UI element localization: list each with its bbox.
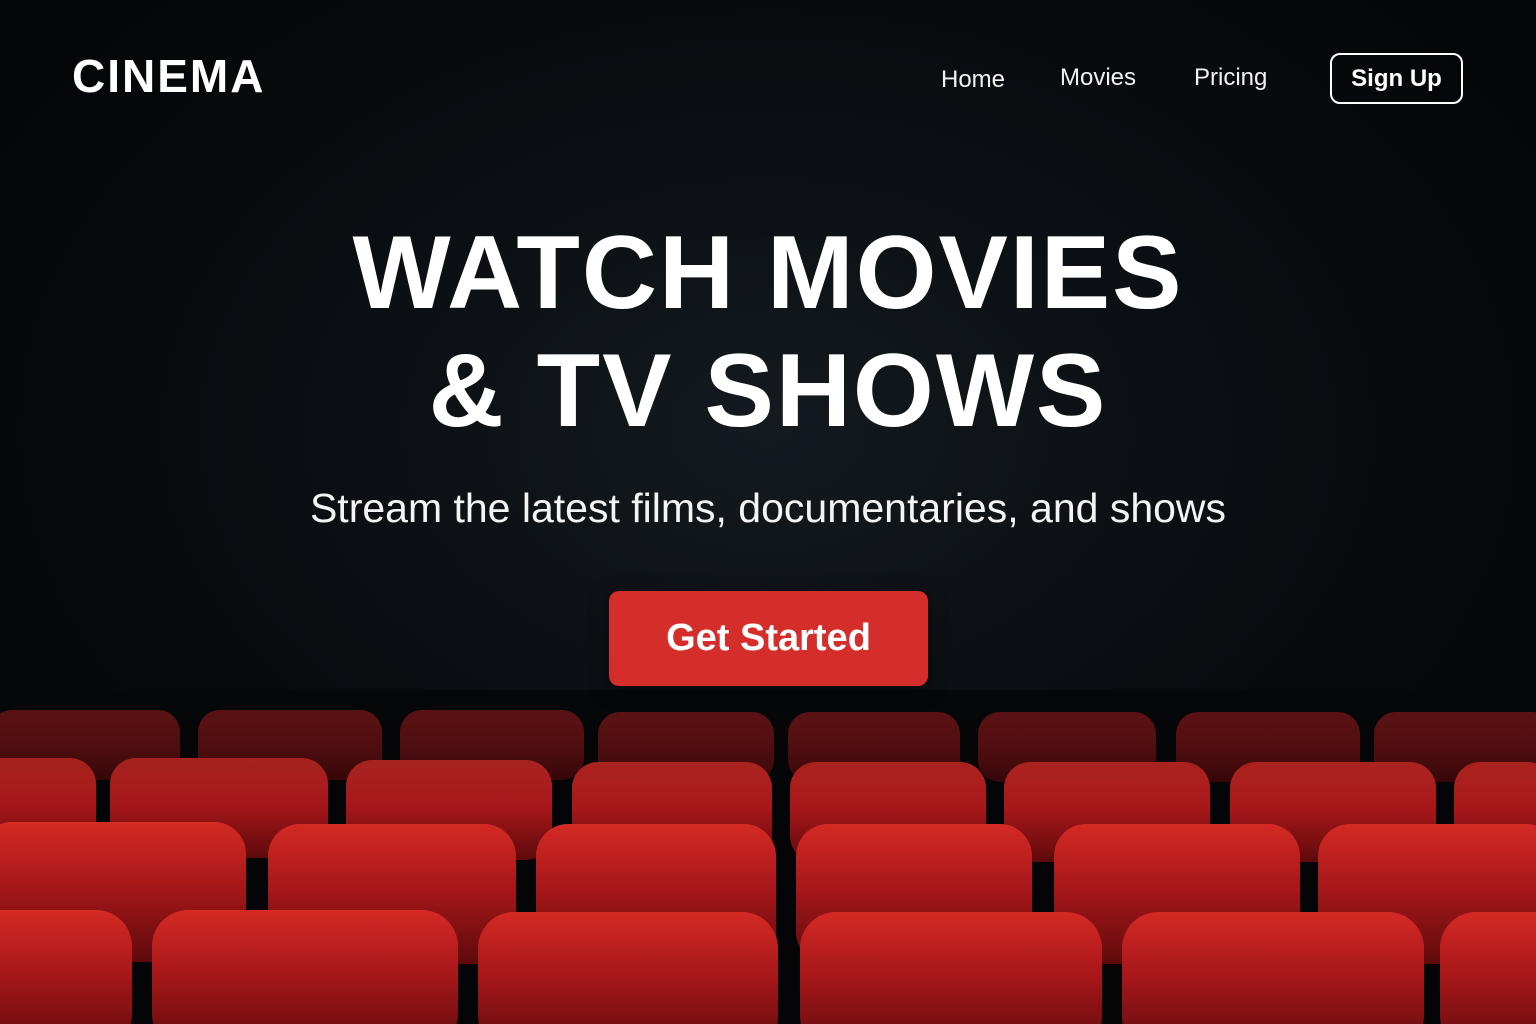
nav-link-movies[interactable]: Movies — [1060, 62, 1136, 94]
hero-subtitle: Stream the latest films, documentaries, … — [309, 485, 1227, 531]
hero-title-line-1: WATCH MOVIES — [352, 215, 1184, 331]
nav-link-home[interactable]: Home — [941, 64, 1005, 96]
hero-title-line-2: & TV SHOWS — [428, 333, 1108, 449]
site-header: CINEMA Home Movies Pricing Sign Up — [0, 0, 1536, 160]
theater-seats-image — [0, 690, 1536, 1024]
nav-link-pricing[interactable]: Pricing — [1194, 62, 1267, 94]
landing-page: CINEMA Home Movies Pricing Sign Up WATCH… — [0, 0, 1536, 1024]
hero-title: WATCH MOVIES & TV SHOWS — [0, 214, 1536, 450]
site-logo[interactable]: CINEMA — [72, 48, 265, 104]
get-started-button[interactable]: Get Started — [609, 591, 928, 686]
sign-up-button[interactable]: Sign Up — [1330, 53, 1463, 104]
